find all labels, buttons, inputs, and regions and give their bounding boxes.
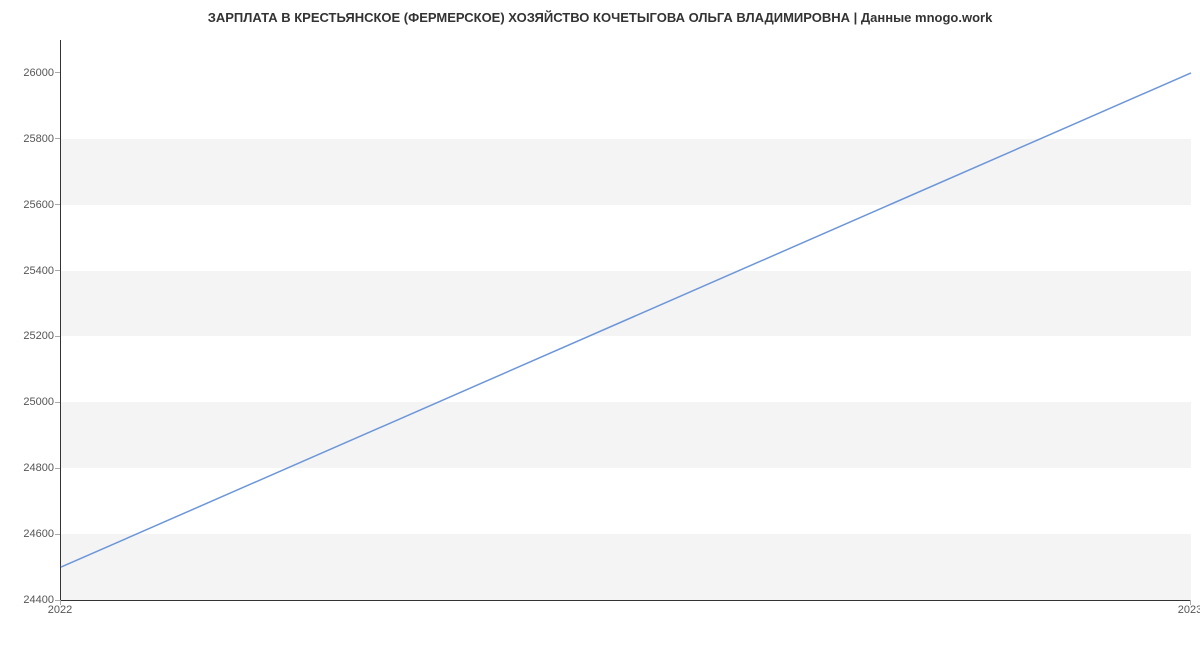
- y-tick: [55, 138, 60, 139]
- y-tick-label: 25400: [4, 265, 54, 277]
- y-tick: [55, 336, 60, 337]
- y-tick: [55, 402, 60, 403]
- y-tick-label: 24800: [4, 462, 54, 474]
- chart-title: ЗАРПЛАТА В КРЕСТЬЯНСКОЕ (ФЕРМЕРСКОЕ) ХОЗ…: [0, 10, 1200, 25]
- chart-container: ЗАРПЛАТА В КРЕСТЬЯНСКОЕ (ФЕРМЕРСКОЕ) ХОЗ…: [0, 0, 1200, 650]
- y-tick-label: 25200: [4, 330, 54, 342]
- y-tick-label: 25000: [4, 396, 54, 408]
- y-tick-label: 24600: [4, 528, 54, 540]
- y-tick: [55, 204, 60, 205]
- y-tick: [55, 534, 60, 535]
- y-tick-label: 26000: [4, 67, 54, 79]
- line-series: [61, 40, 1191, 600]
- y-tick: [55, 72, 60, 73]
- y-tick-label: 24400: [4, 594, 54, 606]
- y-tick-label: 25800: [4, 133, 54, 145]
- y-tick: [55, 468, 60, 469]
- y-tick: [55, 270, 60, 271]
- y-tick-label: 25600: [4, 199, 54, 211]
- x-tick-label: 2022: [48, 604, 72, 616]
- plot-area: [60, 40, 1191, 601]
- x-tick-label: 2023: [1178, 604, 1200, 616]
